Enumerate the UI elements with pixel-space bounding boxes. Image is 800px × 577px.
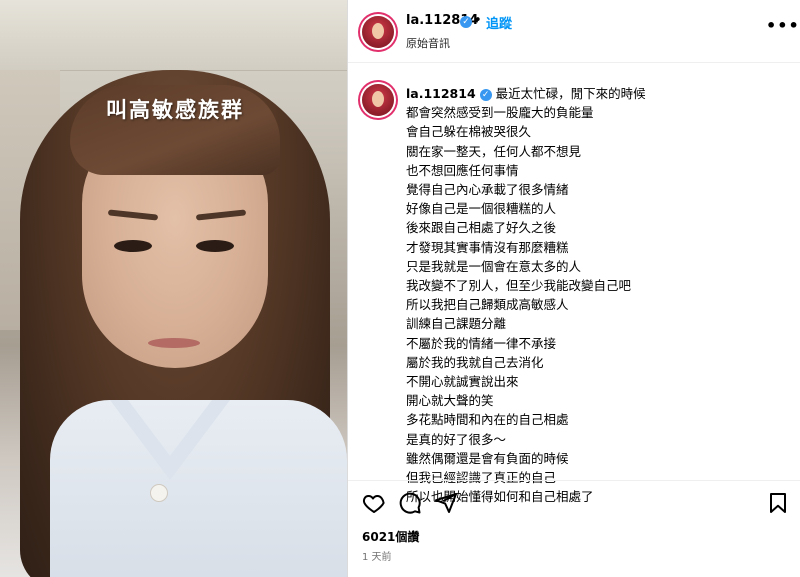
caption-line: 不開心就誠實說出來	[406, 374, 519, 390]
person-lips	[148, 338, 200, 348]
caption-line: 訓練自己課題分離	[406, 316, 507, 332]
bookmark-icon[interactable]	[766, 491, 790, 515]
shirt-button	[150, 484, 168, 502]
heart-icon[interactable]	[362, 491, 386, 515]
video-media[interactable]: 叫高敏感族群	[0, 0, 347, 577]
caption-line: 才發現其實事情沒有那麼糟糕	[406, 239, 569, 255]
share-icon[interactable]	[434, 491, 458, 515]
right-eye	[196, 240, 234, 252]
caption-line: 後來跟自己相處了好久之後	[406, 220, 557, 236]
caption-line: 屬於我的我就自己去消化	[406, 354, 544, 370]
caption-line: 覺得自己內心承載了很多情緒	[406, 182, 569, 198]
separator-dot: •	[474, 13, 482, 28]
caption-line: 多花點時間和內在的自己相處	[406, 412, 569, 428]
follow-button[interactable]: 追蹤	[486, 13, 512, 32]
comment-icon[interactable]	[398, 491, 422, 515]
caption-line: 不屬於我的情緒一律不承接	[406, 335, 557, 351]
verified-icon: ✓	[479, 88, 492, 101]
video-overlay-text: 叫高敏感族群	[106, 98, 244, 122]
audio-label[interactable]: 原始音訊	[406, 35, 450, 51]
post-timestamp[interactable]: 1 天前	[362, 548, 392, 563]
caption-line: 我改變不了別人，但至少我能改變自己吧	[406, 278, 632, 294]
action-bar	[348, 480, 800, 525]
caption-line: 都會突然感受到一股龐大的負能量	[406, 105, 594, 121]
caption-line: 只是我就是一個會在意太多的人	[406, 258, 582, 274]
post-header: la.112814 ✓ • 追蹤 原始音訊 •••	[348, 0, 800, 63]
like-count[interactable]: 6021個讚	[362, 528, 419, 545]
caption: la.112814 ✓ 最近太忙碌，閒下來的時候 都會突然感受到一股龐大的負能量…	[406, 84, 776, 506]
caption-avatar[interactable]	[362, 84, 394, 116]
caption-line: 所以我把自己歸類成高敏感人	[406, 297, 569, 313]
caption-line: 關在家一整天，任何人都不想見	[406, 143, 582, 159]
left-eye	[114, 240, 152, 252]
caption-username[interactable]: la.112814	[406, 86, 476, 101]
avatar[interactable]	[362, 16, 394, 48]
caption-line: 是真的好了很多～	[406, 431, 507, 447]
caption-line: 開心就大聲的笑	[406, 393, 494, 409]
caption-line: 會自己躲在棉被哭很久	[406, 124, 532, 140]
background-cabinet	[0, 0, 347, 71]
caption-line-0: la.112814 ✓ 最近太忙碌，閒下來的時候	[406, 84, 776, 103]
more-options-icon[interactable]: •••	[766, 16, 800, 35]
caption-line: 最近太忙碌，閒下來的時候	[495, 86, 646, 101]
caption-line: 也不想回應任何事情	[406, 162, 519, 178]
post-panel: la.112814 ✓ • 追蹤 原始音訊 ••• la.112814 ✓ 最近…	[348, 0, 800, 577]
caption-line: 好像自己是一個很糟糕的人	[406, 201, 557, 217]
caption-line: 雖然偶爾還是會有負面的時候	[406, 450, 569, 466]
verified-icon: ✓	[460, 16, 472, 28]
